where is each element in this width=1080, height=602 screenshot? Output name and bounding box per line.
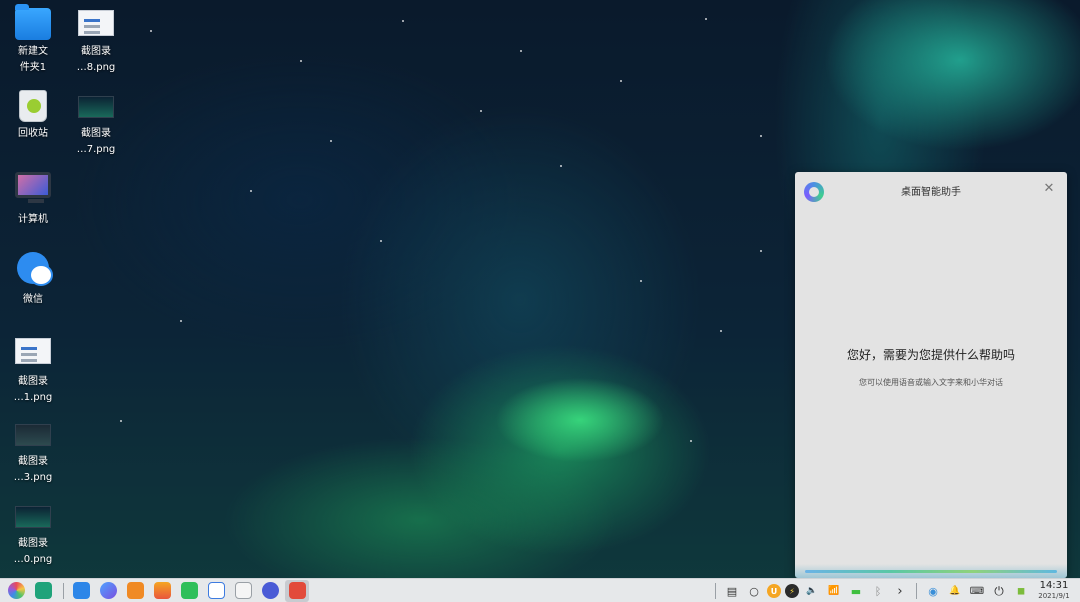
trash-icon — [19, 90, 47, 122]
desktop-icon-screenshot-1[interactable]: 截图录 …1.png — [0, 338, 66, 406]
desktop-icon-trash[interactable]: 回收站 — [0, 90, 66, 142]
desktop-icon-new-folder[interactable]: 新建文 件夹1 — [0, 4, 66, 76]
notification-bell-icon[interactable]: 🔔 — [946, 581, 964, 601]
clock-time: 14:31 — [1039, 580, 1069, 591]
app-store-icon — [72, 582, 90, 599]
onscreen-keyboard-icon[interactable]: ⌨ — [968, 581, 986, 601]
computer-icon — [15, 172, 51, 203]
voice-wave-indicator[interactable] — [795, 564, 1067, 578]
desktop-assistant-panel: 桌面智能助手 ✕ 您好，需要为您提供什么帮助吗 您可以使用语音或输入文字来和小华… — [795, 172, 1067, 578]
image-file-icon — [15, 338, 51, 364]
desktop-icon-label: 计算机 — [18, 214, 48, 225]
calendar-icon — [234, 582, 252, 599]
desktop-icon-label: 微信 — [23, 294, 43, 305]
image-viewer-icon — [153, 582, 171, 599]
image-viewer-button[interactable] — [150, 580, 174, 602]
assistant-greeting: 您好，需要为您提供什么帮助吗 — [846, 348, 1015, 362]
volume-icon[interactable]: 🔈 — [803, 581, 821, 601]
settings-button[interactable] — [258, 580, 282, 602]
wechat-icon — [17, 252, 53, 286]
screen-recorder-button[interactable] — [285, 579, 309, 602]
desktop-icon-label: 回收站 — [18, 128, 48, 139]
settings-icon — [261, 582, 279, 599]
music-player-button[interactable] — [177, 580, 201, 602]
assistant-hint: 您可以使用语音或输入文字来和小华对话 — [859, 378, 1003, 387]
calendar-button[interactable] — [231, 580, 255, 602]
desktop-icon-label: 新建文 件夹1 — [18, 46, 48, 73]
screen-recorder-icon — [288, 582, 306, 599]
desktop-icon-label: 截图录 …8.png — [76, 46, 116, 73]
desktop-icon-screenshot-3[interactable]: 截图录 …3.png — [0, 418, 66, 486]
keyboard-layout-icon[interactable]: ▤ — [723, 581, 741, 601]
music-player-icon — [180, 582, 198, 599]
android-app-icon[interactable]: ◼ — [1012, 581, 1030, 601]
document-editor-icon — [207, 582, 225, 599]
ime-status-icon[interactable]: ○ — [745, 581, 763, 601]
desktop-icon-screenshot-7[interactable]: 截图录 …7.png — [63, 90, 129, 158]
taskbar: ▤ ○ U ⚡ 🔈 📶 ▬ ᛒ › ◉ 🔔 ⌨ ⏻ ◼ 14:31 2021/9… — [0, 578, 1080, 602]
image-file-icon — [78, 96, 114, 118]
desktop-icon-label: 截图录 …1.png — [13, 376, 53, 403]
start-menu-button[interactable] — [4, 580, 28, 602]
input-method-icon[interactable]: U — [767, 584, 781, 598]
assistant-title: 桌面智能助手 — [901, 187, 961, 198]
image-file-icon — [78, 10, 114, 36]
battery-icon[interactable]: ▬ — [847, 581, 865, 601]
file-manager-icon — [126, 582, 144, 599]
expand-tray-icon[interactable]: › — [891, 581, 909, 601]
file-manager-button[interactable] — [123, 580, 147, 602]
start-menu-icon — [7, 582, 25, 599]
app-store-button[interactable] — [69, 580, 93, 602]
desktop-icon-label: 截图录 …0.png — [13, 538, 53, 565]
desktop-icon-label: 截图录 …7.png — [76, 128, 116, 155]
network-manager-icon[interactable]: ⚡ — [785, 584, 799, 598]
image-file-icon — [15, 506, 51, 528]
desktop-icon-computer[interactable]: 计算机 — [0, 172, 66, 228]
folder-icon — [15, 4, 51, 40]
taskbar-separator — [63, 582, 64, 599]
clock-date: 2021/9/1 — [1038, 592, 1070, 600]
browser-button[interactable] — [96, 580, 120, 602]
assistant-tray-icon[interactable]: ◉ — [924, 581, 942, 601]
desktop-icon-label: 截图录 …3.png — [13, 456, 53, 483]
taskbar-app-area — [0, 579, 312, 602]
browser-icon — [99, 582, 117, 599]
image-file-icon — [15, 424, 51, 446]
multitask-view-button[interactable] — [31, 580, 55, 602]
close-icon[interactable]: ✕ — [1041, 181, 1057, 197]
wifi-icon[interactable]: 📶 — [825, 581, 843, 601]
bluetooth-icon[interactable]: ᛒ — [869, 581, 887, 601]
desktop-icon-wechat[interactable]: 微信 — [0, 252, 66, 308]
tray-separator — [715, 583, 716, 599]
power-icon[interactable]: ⏻ — [990, 581, 1008, 601]
desktop-icon-screenshot-0[interactable]: 截图录 …0.png — [0, 500, 66, 568]
system-tray: ▤ ○ U ⚡ 🔈 📶 ▬ ᛒ › ◉ 🔔 ⌨ ⏻ ◼ 14:31 2021/9… — [710, 579, 1080, 602]
document-editor-button[interactable] — [204, 580, 228, 602]
desktop-icon-screenshot-8[interactable]: 截图录 …8.png — [63, 8, 129, 76]
tray-separator — [916, 583, 917, 599]
clock[interactable]: 14:31 2021/9/1 — [1034, 581, 1074, 601]
multitask-view-icon — [34, 582, 52, 599]
